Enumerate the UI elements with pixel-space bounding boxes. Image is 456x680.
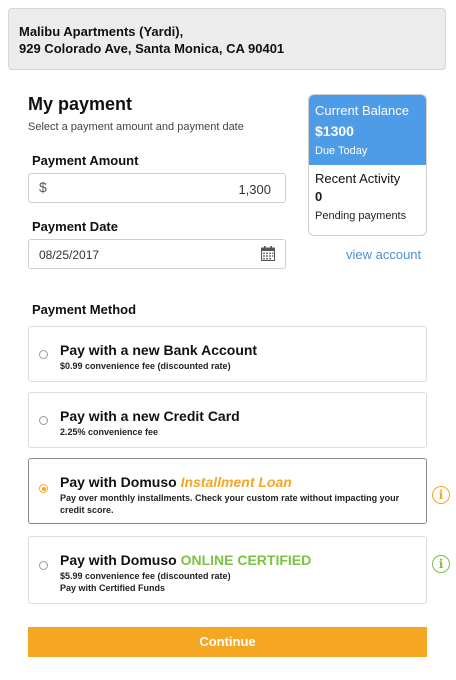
option-credit-card-title: Pay with a new Credit Card bbox=[60, 408, 240, 424]
payment-amount-label: Payment Amount bbox=[32, 153, 139, 168]
property-address-box: Malibu Apartments (Yardi), 929 Colorado … bbox=[8, 8, 446, 70]
option-bank-account[interactable]: Pay with a new Bank Account $0.99 conven… bbox=[28, 326, 427, 382]
payment-method-label: Payment Method bbox=[32, 302, 137, 317]
installment-loan-highlight: Installment Loan bbox=[180, 474, 292, 490]
radio-online-certified[interactable] bbox=[39, 561, 48, 570]
option-installment-loan-prefix: Pay with Domuso bbox=[60, 474, 177, 490]
payment-amount-value: 1,300 bbox=[238, 182, 271, 197]
option-installment-loan-title: Pay with Domuso Installment Loan bbox=[60, 474, 292, 490]
radio-credit-card[interactable] bbox=[39, 416, 48, 425]
option-credit-card-desc: 2.25% convenience fee bbox=[60, 427, 159, 437]
balance-card: Current Balance $1300 Due Today Recent A… bbox=[308, 94, 427, 236]
due-text: Due Today bbox=[315, 145, 368, 157]
page-subtitle: Select a payment amount and payment date bbox=[28, 121, 244, 133]
option-installment-loan[interactable]: Pay with Domuso Installment Loan Pay ove… bbox=[28, 458, 427, 524]
radio-installment-loan[interactable] bbox=[39, 484, 48, 493]
property-name: Malibu Apartments (Yardi), bbox=[19, 24, 184, 39]
option-online-certified-prefix: Pay with Domuso bbox=[60, 552, 177, 568]
view-account-link[interactable]: view account bbox=[346, 247, 421, 262]
online-certified-highlight: ONLINE CERTIFIED bbox=[180, 552, 312, 568]
currency-symbol: $ bbox=[39, 179, 47, 195]
calendar-icon[interactable] bbox=[261, 246, 275, 266]
radio-bank-account[interactable] bbox=[39, 350, 48, 359]
current-balance-value: $1300 bbox=[315, 123, 354, 139]
current-balance-label: Current Balance bbox=[315, 103, 409, 118]
option-installment-loan-desc: Pay over monthly installments. Check you… bbox=[60, 493, 400, 515]
option-online-certified-title: Pay with Domuso ONLINE CERTIFIED bbox=[60, 552, 311, 568]
recent-activity-value: 0 bbox=[315, 189, 323, 204]
pending-payments-text: Pending payments bbox=[315, 210, 407, 222]
payment-date-value: 08/25/2017 bbox=[39, 248, 100, 262]
online-certified-fee: $5.99 convenience fee (discounted rate) bbox=[60, 571, 231, 581]
continue-button[interactable]: Continue bbox=[28, 627, 427, 657]
installment-info-icon[interactable]: i bbox=[432, 486, 450, 504]
option-credit-card[interactable]: Pay with a new Credit Card 2.25% conveni… bbox=[28, 392, 427, 448]
certified-info-icon[interactable]: i bbox=[432, 555, 450, 573]
property-address: 929 Colorado Ave, Santa Monica, CA 90401 bbox=[19, 41, 285, 56]
option-online-certified[interactable]: Pay with Domuso ONLINE CERTIFIED $5.99 c… bbox=[28, 536, 427, 604]
page-title: My payment bbox=[28, 94, 133, 114]
current-balance-panel: Current Balance $1300 Due Today bbox=[309, 95, 426, 165]
online-certified-funds: Pay with Certified Funds bbox=[60, 583, 166, 593]
option-bank-account-desc: $0.99 convenience fee (discounted rate) bbox=[60, 361, 231, 371]
option-online-certified-desc: $5.99 convenience fee (discounted rate) … bbox=[60, 570, 420, 594]
payment-amount-input[interactable]: $ 1,300 bbox=[28, 173, 286, 203]
recent-activity-panel: Recent Activity 0 Pending payments bbox=[309, 165, 426, 222]
payment-date-label: Payment Date bbox=[32, 219, 118, 234]
option-bank-account-title: Pay with a new Bank Account bbox=[60, 342, 258, 358]
recent-activity-label: Recent Activity bbox=[315, 171, 401, 186]
payment-date-input[interactable]: 08/25/2017 bbox=[28, 239, 286, 269]
